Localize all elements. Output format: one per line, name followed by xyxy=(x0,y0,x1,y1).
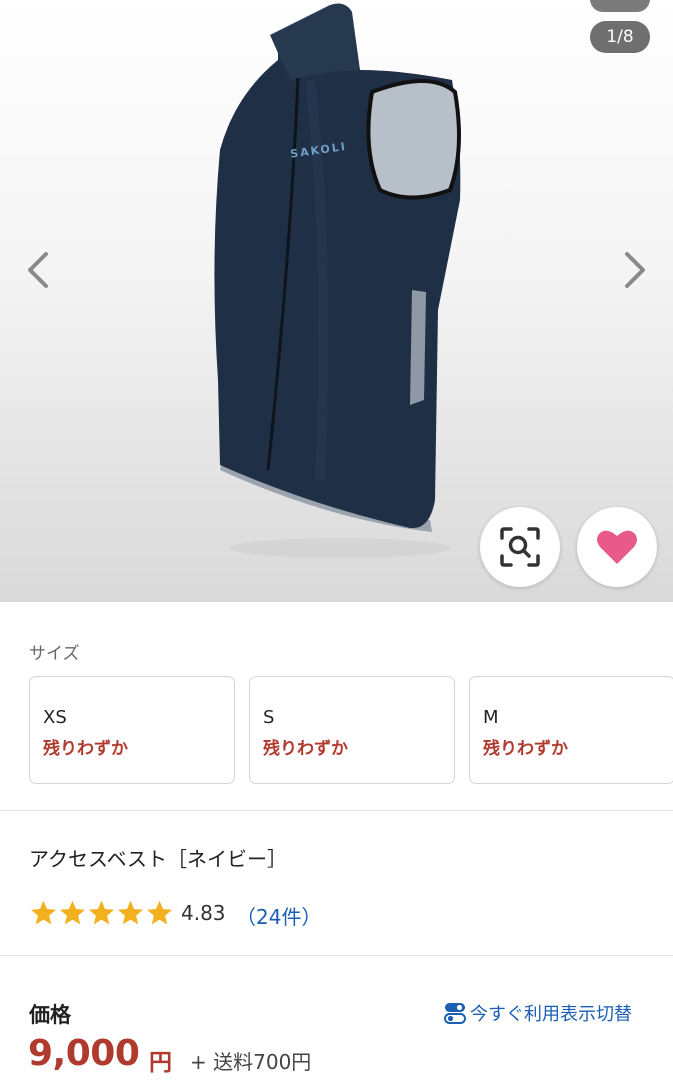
size-option-label: M xyxy=(483,707,499,728)
price-currency: 円 xyxy=(149,1050,172,1076)
rating-stars xyxy=(29,899,174,927)
size-option-m[interactable]: M 残りわずか xyxy=(469,676,673,784)
toggle-icon xyxy=(444,1003,466,1024)
product-photo-vest: SAKOLI xyxy=(214,3,461,558)
section-divider xyxy=(0,810,673,811)
size-label: サイズ xyxy=(29,644,80,664)
shipping-fee: + 送料700円 xyxy=(190,1050,312,1074)
image-counter: 1/8 xyxy=(590,21,650,53)
star-icon xyxy=(60,900,85,925)
size-option-label: XS xyxy=(43,707,67,728)
price-amount: 9,000 xyxy=(28,1033,140,1074)
zoom-button[interactable] xyxy=(480,507,560,587)
review-count-link[interactable]: （24件） xyxy=(236,901,321,930)
star-icon xyxy=(31,900,56,925)
size-selector: サイズ XS 残りわずか S 残りわずか M 残りわずか xyxy=(0,602,673,810)
favorite-button[interactable] xyxy=(577,507,657,587)
star-icon xyxy=(89,900,114,925)
chevron-left-icon[interactable] xyxy=(22,248,56,292)
size-option-s[interactable]: S 残りわずか xyxy=(249,676,455,784)
size-option-xs[interactable]: XS 残りわずか xyxy=(29,676,235,784)
stock-status: 残りわずか xyxy=(483,739,568,759)
display-toggle-link[interactable]: 今すぐ利用表示切替 xyxy=(444,1000,632,1026)
product-image-gallery[interactable]: 1/8 SAKOLI xyxy=(0,0,673,602)
chevron-right-icon[interactable] xyxy=(617,248,651,292)
zoom-search-icon xyxy=(500,527,540,567)
stock-status: 残りわずか xyxy=(43,739,128,759)
display-toggle-label: 今すぐ利用表示切替 xyxy=(470,1004,632,1025)
stock-status: 残りわずか xyxy=(263,739,348,759)
star-icon xyxy=(118,900,143,925)
rating-value: 4.83 xyxy=(181,901,226,925)
heart-icon xyxy=(597,530,637,564)
star-icon xyxy=(147,900,172,925)
size-option-label: S xyxy=(263,707,275,728)
gallery-top-pill xyxy=(590,0,650,12)
product-title: アクセスベスト［ネイビー］ xyxy=(29,847,287,871)
price-heading: 価格 xyxy=(29,1003,71,1027)
section-divider xyxy=(0,955,673,956)
